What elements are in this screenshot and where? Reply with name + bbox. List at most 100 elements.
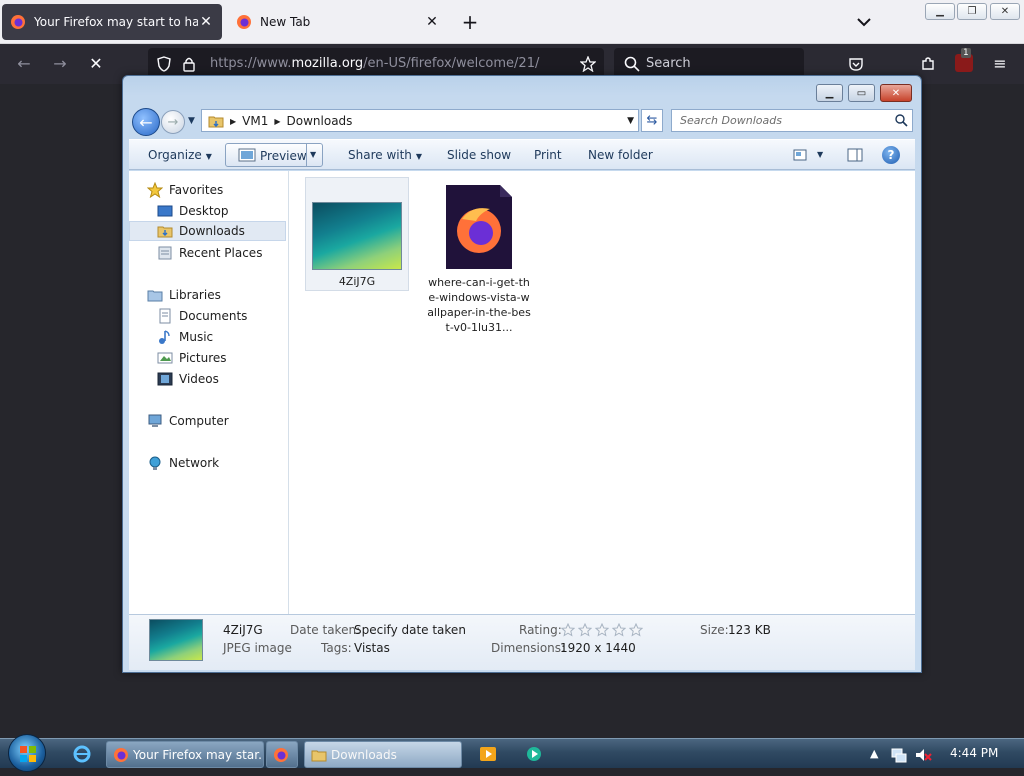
nav-music[interactable]: Music bbox=[157, 327, 213, 347]
nav-computer[interactable]: Computer bbox=[147, 411, 229, 431]
documents-icon bbox=[159, 308, 171, 324]
address-dropdown-icon[interactable]: ▼ bbox=[627, 116, 634, 126]
date-taken-value[interactable]: Specify date taken bbox=[354, 623, 466, 637]
details-thumbnail bbox=[149, 619, 203, 661]
search-downloads-input[interactable]: Search Downloads bbox=[671, 109, 913, 132]
ublock-icon[interactable]: 1 bbox=[955, 48, 973, 72]
taskbar-downloads-button[interactable]: Downloads bbox=[304, 741, 462, 768]
internet-explorer-icon[interactable] bbox=[72, 744, 92, 764]
organize-button[interactable]: Organize ▼ bbox=[148, 148, 212, 162]
windows-taskbar: Your Firefox may star... Downloads ▲ 4:4… bbox=[0, 734, 1024, 772]
print-button[interactable]: Print bbox=[534, 148, 562, 162]
window-close-button[interactable]: ✕ bbox=[990, 3, 1020, 20]
tags-value[interactable]: Vistas bbox=[354, 641, 390, 655]
help-icon[interactable]: ? bbox=[882, 146, 900, 164]
clock[interactable]: 4:44 PM bbox=[950, 746, 998, 760]
stop-icon[interactable]: ✕ bbox=[86, 54, 106, 74]
nav-desktop[interactable]: Desktop bbox=[157, 201, 229, 221]
rating-star-icon[interactable] bbox=[612, 623, 626, 637]
taskbar-firefox-button[interactable] bbox=[266, 741, 298, 768]
preview-dropdown-icon[interactable]: ▼ bbox=[310, 150, 316, 159]
window-minimize-button[interactable]: ▁ bbox=[925, 3, 955, 20]
back-arrow-icon[interactable]: ← bbox=[14, 54, 34, 74]
explorer-back-button[interactable]: ← bbox=[132, 108, 160, 136]
new-tab-button[interactable]: + bbox=[458, 11, 482, 33]
file-name: where-can-i-get-the-windows-vista-wallpa… bbox=[427, 276, 531, 334]
app-launcher-icon[interactable] bbox=[524, 744, 544, 764]
music-icon bbox=[159, 330, 170, 344]
folder-icon bbox=[208, 116, 224, 128]
media-player-icon[interactable] bbox=[478, 744, 498, 764]
pictures-icon bbox=[157, 352, 173, 364]
window-restore-button[interactable]: ❐ bbox=[957, 3, 987, 20]
forward-arrow-icon[interactable]: → bbox=[50, 54, 70, 74]
nav-pictures[interactable]: Pictures bbox=[157, 348, 227, 368]
pocket-icon[interactable] bbox=[848, 56, 864, 72]
size-label: Size: bbox=[700, 623, 729, 637]
nav-label: Pictures bbox=[179, 351, 227, 365]
breadcrumb-downloads[interactable]: Downloads bbox=[287, 114, 353, 128]
date-taken-label: Date taken: bbox=[290, 623, 361, 637]
tab-close-icon[interactable]: ✕ bbox=[198, 14, 214, 30]
nav-documents[interactable]: Documents bbox=[157, 306, 247, 326]
explorer-window: ▁ ▭ ✕ ← → ▼ ▶ VM1 ▶ Downloads ▼ ⇆ Search… bbox=[122, 75, 922, 673]
chevron-down-icon[interactable] bbox=[852, 12, 876, 32]
tab-close-icon[interactable]: ✕ bbox=[424, 14, 440, 30]
share-with-button[interactable]: Share with ▼ bbox=[348, 148, 422, 162]
rating-star-icon[interactable] bbox=[561, 623, 575, 637]
bookmark-star-icon[interactable] bbox=[580, 56, 596, 72]
rating-stars[interactable] bbox=[561, 623, 643, 637]
view-options-dropdown-icon[interactable]: ▼ bbox=[817, 150, 823, 159]
file-item-firefox-document[interactable]: where-can-i-get-the-windows-vista-wallpa… bbox=[427, 177, 531, 335]
nav-recent-places[interactable]: Recent Places bbox=[157, 243, 262, 263]
tab-new-tab[interactable]: New Tab ✕ bbox=[228, 4, 448, 40]
rating-star-icon[interactable] bbox=[578, 623, 592, 637]
change-view-icon[interactable] bbox=[793, 149, 807, 161]
file-item-4zij7g[interactable]: 4ZiJ7G bbox=[305, 177, 409, 291]
explorer-close-button[interactable]: ✕ bbox=[880, 84, 912, 102]
breadcrumb-vm1[interactable]: VM1 bbox=[242, 114, 268, 128]
network-icon bbox=[149, 456, 161, 470]
lock-icon[interactable] bbox=[182, 56, 196, 72]
volume-muted-icon[interactable] bbox=[914, 746, 932, 764]
tags-label: Tags: bbox=[321, 641, 352, 655]
tab-firefox-welcome[interactable]: Your Firefox may start to have p ✕ bbox=[2, 4, 222, 40]
preview-pane-icon[interactable] bbox=[847, 148, 863, 162]
search-icon[interactable] bbox=[894, 113, 908, 127]
nav-favorites[interactable]: Favorites bbox=[147, 180, 223, 200]
slide-show-button[interactable]: Slide show bbox=[447, 148, 511, 162]
breadcrumb-separator-icon[interactable]: ▶ bbox=[230, 117, 236, 126]
rating-star-icon[interactable] bbox=[595, 623, 609, 637]
nav-label: Downloads bbox=[179, 224, 245, 238]
shield-icon[interactable] bbox=[156, 56, 172, 72]
nav-videos[interactable]: Videos bbox=[157, 369, 219, 389]
preview-icon bbox=[238, 148, 256, 162]
rating-star-icon[interactable] bbox=[629, 623, 643, 637]
refresh-icon[interactable]: ⇆ bbox=[641, 109, 663, 132]
explorer-minimize-button[interactable]: ▁ bbox=[816, 84, 843, 102]
taskbar-firefox-window-button[interactable]: Your Firefox may star... bbox=[106, 741, 264, 768]
dimensions-label: Dimensions: bbox=[491, 641, 566, 655]
libraries-icon bbox=[147, 290, 163, 302]
nav-label: Desktop bbox=[179, 204, 229, 218]
explorer-forward-button[interactable]: → bbox=[161, 110, 185, 134]
url-text[interactable]: https://www.mozilla.org/en-US/firefox/we… bbox=[210, 56, 539, 71]
breadcrumb-separator-icon[interactable]: ▶ bbox=[274, 117, 280, 126]
hamburger-menu-icon[interactable]: ≡ bbox=[990, 54, 1010, 74]
recent-pages-dropdown-icon[interactable]: ▼ bbox=[188, 116, 195, 126]
extensions-icon[interactable] bbox=[920, 56, 936, 72]
new-folder-button[interactable]: New folder bbox=[588, 148, 653, 162]
address-bar[interactable]: ▶ VM1 ▶ Downloads ▼ bbox=[201, 109, 639, 132]
preview-button[interactable]: Preview ▼ bbox=[225, 143, 323, 167]
network-tray-icon[interactable] bbox=[890, 746, 908, 764]
nav-label: Music bbox=[179, 330, 214, 344]
organize-label: Organize bbox=[148, 148, 202, 162]
start-button[interactable] bbox=[8, 734, 46, 772]
nav-downloads[interactable]: Downloads bbox=[129, 221, 286, 241]
show-hidden-icons-icon[interactable]: ▲ bbox=[870, 747, 878, 760]
explorer-maximize-button[interactable]: ▭ bbox=[848, 84, 875, 102]
taskbar-button-label: Your Firefox may star... bbox=[133, 747, 264, 762]
nav-label: Computer bbox=[169, 414, 229, 428]
nav-libraries[interactable]: Libraries bbox=[147, 285, 221, 305]
nav-network[interactable]: Network bbox=[147, 453, 219, 473]
